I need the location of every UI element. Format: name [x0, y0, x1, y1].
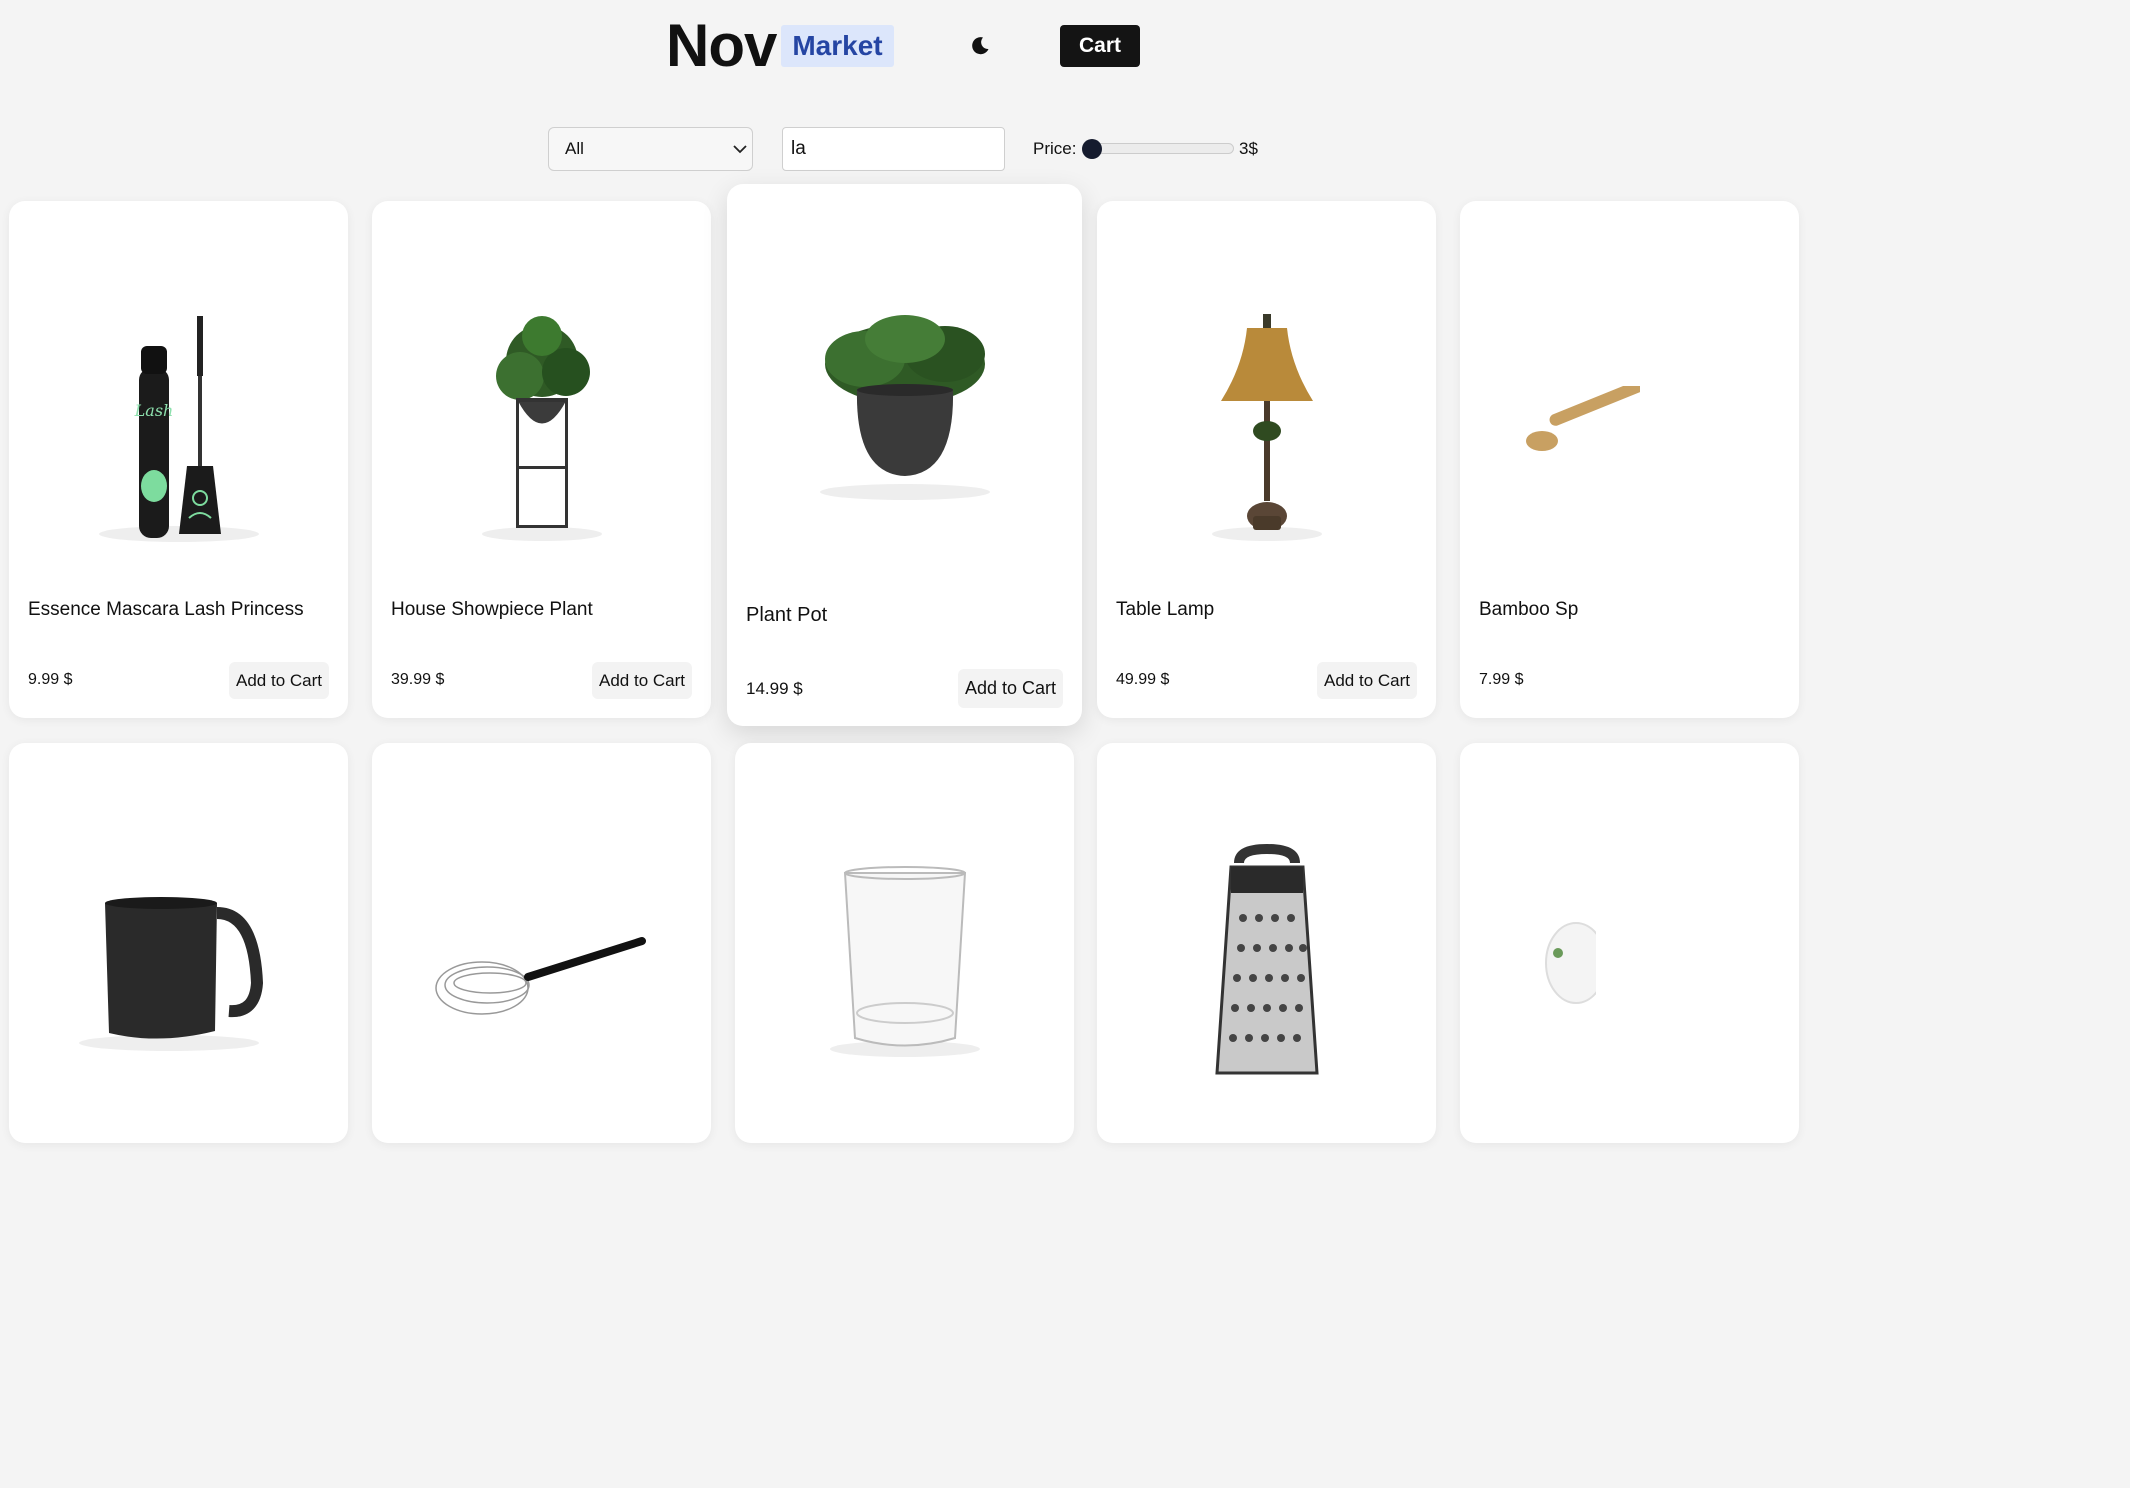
product-price: 49.99 $ [1116, 671, 1170, 688]
product-card[interactable]: Bamboo Sp 7.99 $ [1460, 201, 1799, 718]
price-value: 3$ [1239, 139, 1258, 158]
plate-icon [1460, 813, 1799, 1113]
grater-icon [1097, 813, 1436, 1113]
svg-text:Lash: Lash [133, 401, 173, 420]
search-input[interactable] [782, 127, 1005, 171]
product-title: Essence Mascara Lash Princess [28, 599, 304, 620]
market-badge: Market [781, 25, 894, 67]
product-title: Plant Pot [746, 604, 828, 626]
product-price: 9.99 $ [28, 671, 73, 688]
product-card[interactable]: House Showpiece Plant 39.99 $ Add to Car… [372, 201, 711, 718]
whisk-icon [372, 813, 711, 1113]
glass-icon [735, 813, 1074, 1113]
bamboo-spatula-icon [1460, 261, 1799, 591]
logo: Nov [666, 12, 777, 79]
product-card[interactable]: Table Lamp 49.99 $ Add to Cart [1097, 201, 1436, 718]
product-card[interactable] [9, 743, 348, 1143]
add-to-cart-button[interactable]: Add to Cart [229, 662, 329, 699]
price-label: Price: [1033, 139, 1077, 158]
price-slider[interactable] [1082, 143, 1234, 154]
product-title: Table Lamp [1116, 599, 1215, 620]
chevron-down-icon [733, 145, 747, 154]
product-card[interactable] [1460, 743, 1799, 1143]
cart-button[interactable]: Cart [1060, 25, 1140, 67]
product-card[interactable] [372, 743, 711, 1143]
product-card[interactable]: Lash Essence Mascara Lash Princess 9.99 … [9, 201, 348, 718]
product-price: 7.99 $ [1479, 671, 1524, 688]
mug-icon [9, 813, 348, 1113]
table-lamp-icon [1097, 261, 1436, 591]
product-card[interactable]: Plant Pot 14.99 $ Add to Cart [727, 184, 1082, 726]
category-select[interactable]: All [548, 127, 753, 171]
product-title: House Showpiece Plant [391, 599, 593, 620]
product-card[interactable] [1097, 743, 1436, 1143]
product-card[interactable] [735, 743, 1074, 1143]
product-price: 14.99 $ [746, 679, 803, 698]
add-to-cart-button[interactable]: Add to Cart [1317, 662, 1417, 699]
header: Nov Market Cart [0, 0, 1568, 100]
plant-pot-icon [727, 254, 1082, 554]
category-select-value: All [565, 139, 584, 158]
product-price: 39.99 $ [391, 671, 445, 688]
add-to-cart-button[interactable]: Add to Cart [592, 662, 692, 699]
moon-icon[interactable] [968, 34, 992, 58]
product-title: Bamboo Sp [1479, 599, 1579, 620]
plant-stand-icon [372, 261, 711, 591]
price-slider-thumb[interactable] [1082, 139, 1102, 159]
mascara-icon: Lash [9, 261, 348, 591]
add-to-cart-button[interactable]: Add to Cart [958, 669, 1063, 708]
